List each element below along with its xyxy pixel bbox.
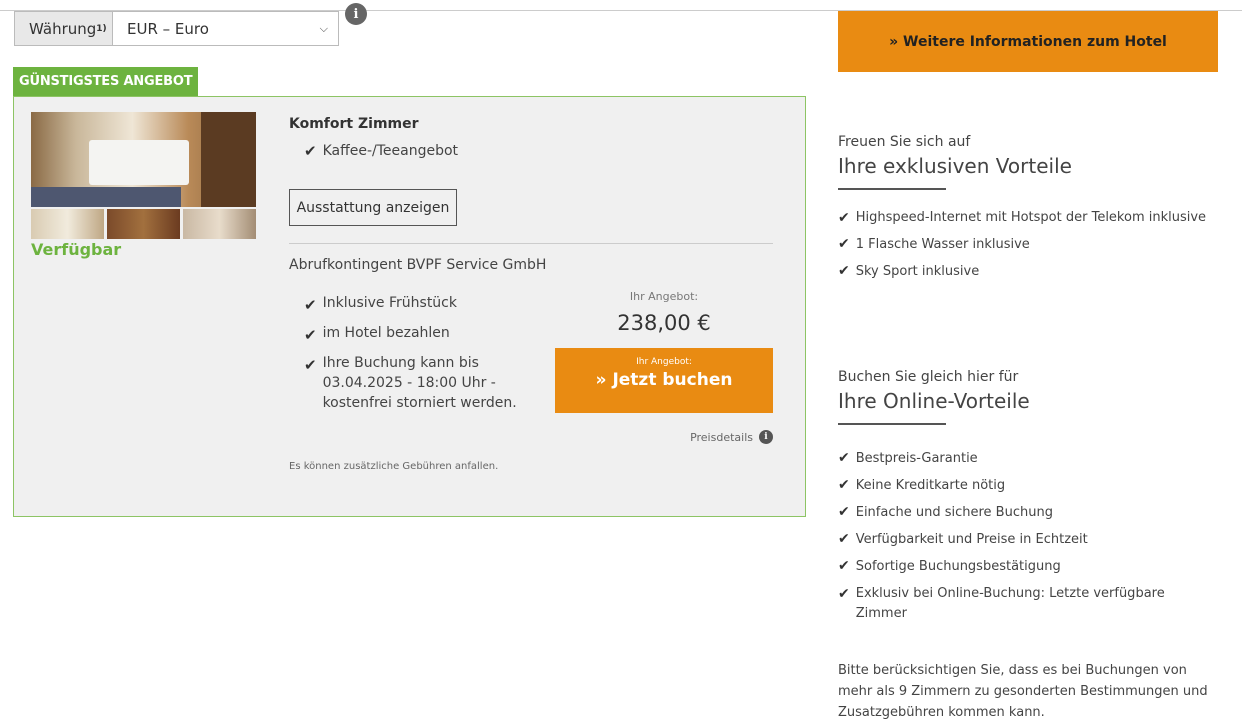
room-title: Komfort Zimmer [289,116,419,132]
list-item: ✔ Keine Kreditkarte nötig [838,472,1228,499]
info-icon: i [759,430,773,444]
rate-name: Abrufkontingent BVPF Service GmbH [289,257,547,273]
check-icon: ✔ [838,558,850,574]
benefit-list: ✔ Bestpreis-Garantie ✔ Keine Kreditkarte n… [838,445,1228,627]
chevron-down-icon: ⌵ [319,21,328,35]
currency-label: Währung 1) [15,12,113,45]
currency-selector[interactable]: Währung 1) EUR – Euro ⌵ [14,11,339,46]
cheapest-offer-tag: GÜNSTIGSTES ANGEBOT [13,67,199,96]
section-heading: Ihre exklusiven Vorteile [838,154,1072,178]
list-item: ✔ Sky Sport inklusive [838,258,1228,285]
availability-status: Verfügbar [31,240,122,259]
check-icon: ✔ [838,531,850,547]
list-item: ✔ Verfügbarkeit und Preise in Echtzeit [838,526,1228,553]
price-label: Ihr Angebot: [629,290,699,303]
list-item: ✔ Ihre Buchung kann bis 03.04.2025 - 18:0… [304,349,544,413]
check-icon: ✔ [838,504,850,520]
book-now-button[interactable]: Ihr Angebot: » Jetzt buchen [555,348,773,413]
currency-select[interactable]: EUR – Euro ⌵ [113,12,338,45]
check-icon: ✔ [838,263,850,279]
list-item: ✔ 1 Flasche Wasser inklusive [838,231,1228,258]
list-item: ✔ Inklusive Frühstück [304,289,544,319]
list-item: ✔ Einfache und sichere Buchung [838,499,1228,526]
list-item: ✔ Sofortige Buchungsbestätigung [838,553,1228,580]
check-icon: ✔ [838,210,850,226]
list-item: ✔ Highspeed-Internet mit Hotspot der Tele… [838,210,1207,226]
benefit-list: ✔ Highspeed-Internet mit Hotspot der Tele… [838,204,1228,285]
room-photos[interactable] [31,112,256,239]
check-icon: ✔ [838,477,850,493]
check-icon: ✔ [838,450,850,466]
room-thumbnail[interactable] [183,209,256,239]
fees-note: Es können zusätzliche Gebühren anfallen. [289,461,499,472]
section-heading: Ihre Online-Vorteile [838,389,1030,413]
check-icon: ✔ [304,296,317,314]
check-icon: ✔ [838,236,850,252]
room-thumbnail[interactable] [107,209,180,239]
check-icon: ✔ [304,142,317,160]
room-feature: ✔ Kaffee-/Teeangebot [304,142,459,160]
exclusive-benefits: Freuen Sie sich auf Ihre exklusiven Vort… [838,134,1228,285]
online-benefits: Buchen Sie gleich hier für Ihre Online-V… [838,369,1228,627]
currency-selected-value: EUR – Euro [127,19,209,38]
list-item: ✔ Exklusiv bei Online-Buchung: Letzte ver… [838,580,1228,627]
check-icon: ✔ [838,586,850,602]
price-value: 238,00 € [617,311,711,335]
list-item: ✔ im Hotel bezahlen [304,319,544,349]
room-photo-main[interactable] [31,112,256,207]
info-icon[interactable]: i [345,3,367,25]
check-icon: ✔ [304,356,317,374]
room-thumbnail[interactable] [31,209,104,239]
more-hotel-info-button[interactable]: » Weitere Informationen zum Hotel [838,11,1218,72]
booking-note: Bitte berücksichtigen Sie, dass es bei B… [838,663,1208,720]
offer-card: Verfügbar Komfort Zimmer ✔ Kaffee-/Teean… [13,96,806,517]
show-equipment-button[interactable]: Ausstattung anzeigen [289,189,457,226]
check-icon: ✔ [304,326,317,344]
list-item: ✔ Bestpreis-Garantie [838,445,1228,472]
rate-conditions: ✔ Inklusive Frühstück ✔ im Hotel bezahlen … [304,289,544,413]
divider [289,243,773,244]
price-details-link[interactable]: Preisdetails i [644,430,773,444]
